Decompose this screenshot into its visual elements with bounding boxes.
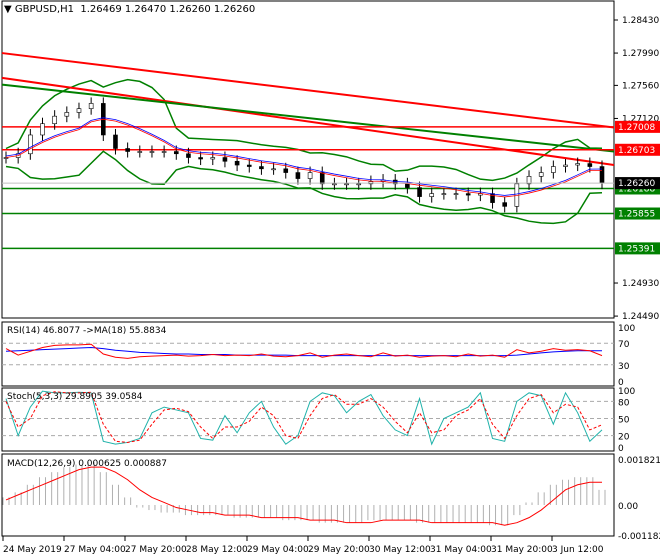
rsi-tick: 30	[618, 362, 630, 372]
time-tick-label: 29 May 04:00	[247, 545, 309, 555]
candle	[198, 157, 203, 160]
candle	[88, 103, 94, 109]
candle	[64, 112, 70, 117]
candle	[465, 193, 471, 196]
price-tick-label: 1.27560	[622, 81, 659, 91]
macd-signal-line	[5, 466, 602, 526]
time-tick-label: 30 May 12:00	[369, 545, 431, 555]
symbol-label: GBPUSD,H1	[14, 4, 74, 15]
chart-header: ▼ GBPUSD,H1 1.26469 1.26470 1.26260 1.26…	[4, 4, 255, 15]
candle	[186, 153, 191, 158]
rsi-label: RSI(14) 46.8077 ->MA(18) 55.8834	[7, 326, 167, 336]
mt4-chart-window: 1.28430 1.27990 1.27560 1.27120 1.24930 1.244…	[0, 0, 660, 560]
candle	[319, 172, 325, 185]
candle	[137, 151, 143, 153]
trend-line	[1, 83, 615, 153]
candle	[161, 151, 167, 153]
time-tick-label: 31 May 04:00	[430, 545, 492, 555]
panel-frame-0	[1, 0, 615, 319]
candle	[587, 163, 593, 167]
candle	[271, 168, 276, 171]
price-tick-label: 1.24930	[622, 279, 659, 289]
time-tick-label: 24 May 2019	[3, 545, 62, 555]
candle	[113, 134, 118, 149]
candle	[52, 115, 57, 125]
candle	[429, 193, 435, 197]
candle	[222, 157, 228, 162]
time-tick-label: 28 May 12:00	[186, 545, 248, 555]
rsi-tick: 100	[618, 324, 635, 334]
time-tick-label: 31 May 20:00	[491, 545, 553, 555]
candle	[453, 193, 459, 195]
candle	[563, 164, 568, 167]
candle	[502, 202, 507, 207]
candle	[28, 134, 33, 155]
candle	[344, 183, 349, 186]
time-tick-label: 27 May 04:00	[64, 545, 126, 555]
candle	[356, 183, 362, 186]
rsi-tick: 70	[618, 340, 630, 350]
candle	[125, 148, 130, 152]
candle	[332, 183, 337, 186]
time-tick-label: 3 Jun 12:00	[552, 545, 604, 555]
candle	[417, 187, 422, 197]
current-price-label: 1.26260	[618, 179, 655, 189]
level-label: 1.27008	[618, 123, 655, 133]
stoch-tick: 0	[618, 444, 624, 454]
level-label: 1.26703	[618, 146, 655, 156]
price-tick-label: 1.24490	[622, 312, 659, 322]
stoch-tick: 20	[618, 433, 630, 443]
candle	[173, 151, 179, 155]
candle	[283, 168, 289, 173]
macd-tick: 0.00	[618, 502, 638, 512]
stoch-tick: 50	[618, 416, 630, 426]
macd-label: MACD(12,26,9) 0.000625 0.000887	[7, 459, 167, 469]
bollinger-lower	[5, 150, 603, 225]
stoch-tick: 100	[618, 387, 635, 397]
candle	[575, 163, 580, 166]
macd-tick: 0.001821	[618, 456, 660, 466]
ma-blue	[5, 117, 603, 196]
level-label: 1.25391	[618, 244, 655, 254]
stoch-tick: 80	[618, 398, 630, 408]
candle	[234, 160, 240, 166]
ohlc-values: 1.26469 1.26470 1.26260 1.26260	[80, 4, 256, 15]
dropdown-triangle-icon[interactable]: ▼	[4, 4, 12, 15]
macd-tick: -0.001182	[618, 532, 660, 542]
time-tick-label: 29 May 20:00	[308, 545, 370, 555]
price-tick-label: 1.27990	[622, 49, 659, 59]
candle	[40, 123, 45, 136]
candle	[307, 172, 313, 179]
candle	[210, 157, 216, 160]
price-tick-label: 1.28430	[622, 16, 659, 26]
rsi-line	[5, 343, 603, 359]
candle	[246, 164, 252, 167]
chart-canvas[interactable]: 1.284301.279901.275601.271201.249301.244…	[0, 0, 660, 560]
candle	[538, 172, 544, 177]
candle	[295, 172, 301, 179]
candle	[259, 166, 264, 170]
candle	[405, 183, 410, 188]
candle	[76, 108, 82, 113]
time-tick-label: 27 May 20:00	[125, 545, 187, 555]
stoch-label: Stoch(5,3,3) 29.8905 39.0584	[7, 392, 143, 402]
candle	[441, 193, 447, 195]
level-label: 1.25855	[618, 210, 655, 220]
candle	[551, 166, 556, 173]
candle	[149, 151, 155, 153]
